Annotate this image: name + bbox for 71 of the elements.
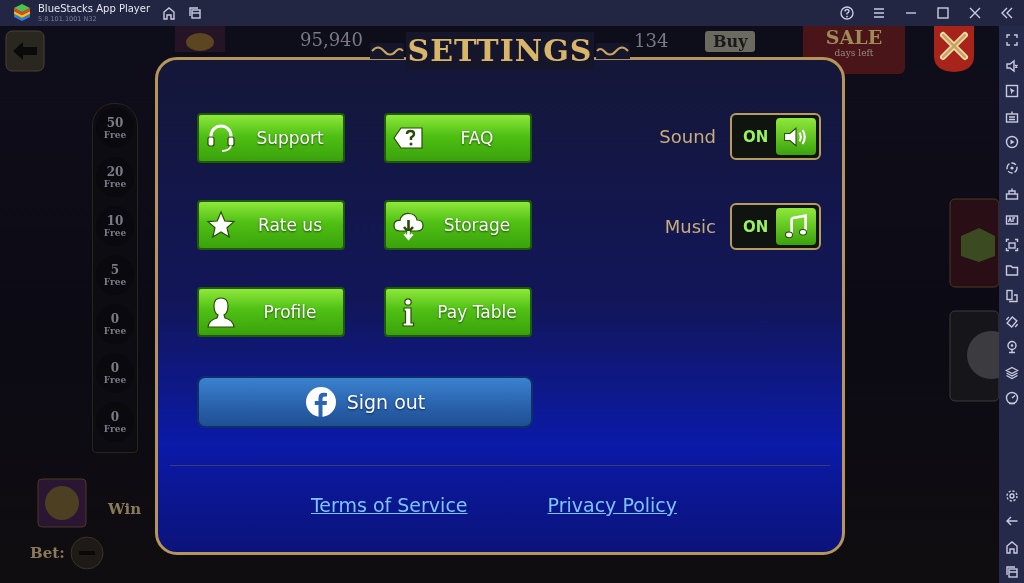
free-label: Free [103, 227, 127, 238]
toggle-switch[interactable]: ON [730, 113, 821, 160]
spin-count: 0 [110, 312, 120, 326]
person-silhouette-icon [205, 296, 237, 328]
free-label: Free [103, 374, 127, 385]
menu-icon[interactable] [872, 6, 886, 20]
dialog-title: SETTINGS [405, 32, 595, 70]
location-pin-icon[interactable] [1004, 340, 1019, 355]
spin-count: 10 [106, 214, 124, 228]
fullscreen-icon[interactable] [1004, 33, 1019, 47]
settings-icon[interactable] [1004, 488, 1019, 503]
policy-link[interactable]: Terms of Service [310, 494, 468, 516]
settings-button[interactable]: Pay Table [384, 287, 532, 337]
help-icon[interactable] [840, 6, 854, 20]
spin-count: 5 [110, 263, 120, 277]
recent-apps-icon[interactable] [1004, 565, 1019, 579]
win-label: Win [108, 500, 142, 518]
screenshot-icon[interactable] [1004, 237, 1019, 252]
policy-link[interactable]: Privacy Policy [547, 494, 678, 516]
sale-subtitle: days left [833, 48, 875, 58]
collapse-icon[interactable] [1000, 6, 1014, 20]
settings-button[interactable]: FAQ [384, 113, 532, 163]
sync-icon[interactable] [1004, 160, 1019, 175]
close-icon[interactable] [968, 6, 982, 20]
settings-button[interactable]: Support [197, 113, 345, 163]
free-label: Free [103, 129, 127, 140]
flourish-icon [369, 43, 404, 59]
bet-label: Bet: [30, 544, 65, 562]
app-logo-icon [12, 4, 32, 22]
free-label: Free [103, 325, 127, 336]
sale-title: SALE [824, 26, 884, 48]
headset-icon [205, 122, 237, 154]
flourish-icon [596, 43, 631, 59]
free-label: Free [103, 276, 127, 287]
keyboard-icon[interactable] [1004, 109, 1019, 124]
settings-button[interactable]: Profile [197, 287, 345, 337]
toggle-label: Sound [658, 126, 716, 147]
music-note-icon [782, 212, 810, 241]
spin-count: 50 [106, 116, 124, 130]
back-arrow-icon[interactable] [1004, 514, 1019, 528]
coin-balance: 95,940 [300, 29, 363, 50]
folder-icon[interactable] [1004, 263, 1019, 278]
cursor-icon[interactable] [1004, 84, 1019, 99]
volume-icon[interactable] [1004, 58, 1019, 73]
spin-count: 0 [110, 410, 120, 424]
sign-out-button[interactable]: Sign out [197, 376, 533, 428]
macro-icon[interactable] [1004, 186, 1019, 201]
settings-button[interactable]: Storage [384, 200, 532, 250]
free-label: Free [103, 423, 127, 434]
buy-button[interactable]: Buy [705, 31, 756, 52]
play-circle-icon[interactable] [1004, 135, 1019, 150]
gem-count: 134 [634, 30, 669, 51]
gauge-icon[interactable] [1004, 391, 1019, 406]
home-icon[interactable] [162, 6, 177, 20]
multi-window-icon[interactable] [188, 6, 203, 20]
facebook-logo-icon [304, 386, 337, 418]
toggle-label: Music [663, 216, 716, 237]
apk-icon[interactable] [1004, 212, 1019, 227]
rotate-icon[interactable] [1004, 314, 1019, 329]
star-icon [205, 209, 237, 241]
device-icon[interactable] [1004, 288, 1019, 303]
home-icon[interactable] [1004, 539, 1019, 554]
close-button[interactable] [933, 26, 975, 72]
toggle-switch[interactable]: ON [730, 203, 821, 250]
free-label: Free [103, 178, 127, 189]
maximize-icon[interactable] [936, 6, 950, 20]
window-title: BlueStacks App Player [38, 2, 151, 15]
settings-button[interactable]: Rate us [197, 200, 345, 250]
spin-count: 0 [110, 361, 120, 375]
layers-icon[interactable] [1004, 365, 1019, 380]
spin-count: 20 [106, 165, 124, 179]
